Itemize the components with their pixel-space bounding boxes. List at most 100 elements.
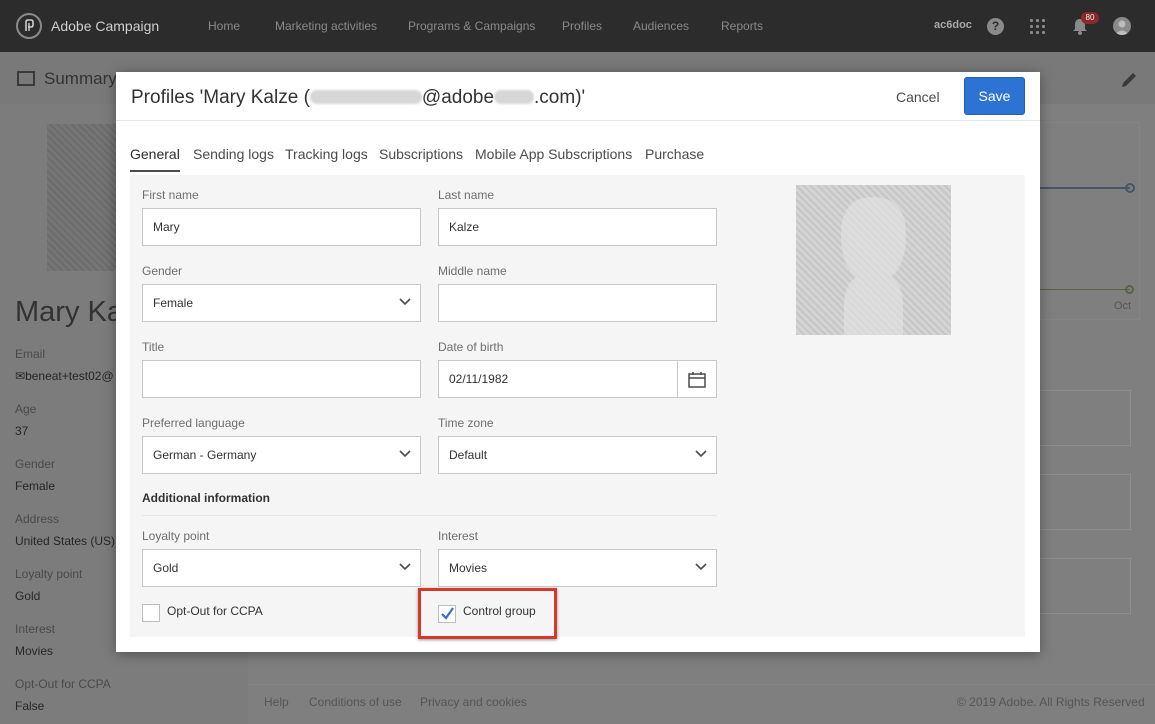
footer-copyright: © 2019 Adobe. All Rights Reserved [957, 695, 1145, 709]
interest-label: Interest [438, 529, 479, 543]
background-footer-divider [248, 684, 1155, 685]
preferred-language-select[interactable]: German - Germany [142, 436, 421, 474]
brand[interactable]: Adobe Campaign [16, 13, 159, 39]
dialog-title: Profiles 'Mary Kalze (@adobe .com)' [131, 87, 586, 108]
envelope-icon: ✉ [15, 369, 26, 383]
chevron-down-icon [399, 450, 411, 458]
middle-name-input[interactable] [438, 284, 717, 322]
tab-subscriptions[interactable]: Subscriptions [379, 146, 463, 170]
tab-general[interactable]: General [130, 146, 180, 172]
user-avatar-icon[interactable] [1113, 17, 1131, 35]
edit-pencil-icon[interactable] [1119, 70, 1139, 90]
opt-out-ccpa-label[interactable]: Opt-Out for CCPA [167, 604, 263, 618]
date-of-birth-value: 02/11/1982 [449, 372, 509, 386]
adobe-campaign-logo-icon [16, 13, 42, 39]
highlight-callout [418, 588, 557, 639]
redacted-text [494, 90, 535, 104]
footer-link-privacy[interactable]: Privacy and cookies [420, 695, 527, 709]
dialog-header-divider [116, 120, 1040, 121]
last-name-input[interactable]: Kalze [438, 208, 717, 246]
last-name-label: Last name [438, 188, 495, 202]
background-field-label: Opt-Out for CCPA [15, 677, 111, 691]
background-chart-point [1125, 285, 1134, 294]
brand-name: Adobe Campaign [51, 18, 160, 34]
chevron-down-icon [399, 563, 411, 571]
title-label: Title [142, 340, 165, 354]
loyalty-point-value: Gold [153, 561, 179, 575]
time-zone-value: Default [449, 448, 488, 462]
cancel-button[interactable]: Cancel [882, 80, 954, 114]
calendar-button[interactable] [677, 361, 716, 397]
background-card [1040, 474, 1131, 530]
background-field-value: United States (US) [15, 534, 116, 548]
tab-mobile-app-subscriptions[interactable]: Mobile App Subscriptions [475, 146, 632, 170]
org-name[interactable]: ac6doc [934, 19, 972, 31]
profile-edit-dialog: Profiles 'Mary Kalze (@adobe .com)' Cance… [116, 72, 1040, 652]
additional-information-heading: Additional information [142, 491, 270, 505]
background-field-value: 37 [15, 424, 29, 438]
background-field-label: Email [15, 347, 46, 361]
top-navigation-bar: Adobe Campaign Home Marketing activities… [0, 0, 1155, 52]
tab-purchase[interactable]: Purchase [645, 146, 704, 170]
background-card [1040, 558, 1131, 614]
interest-select[interactable]: Movies [438, 549, 717, 587]
nav-profiles[interactable]: Profiles [562, 19, 602, 33]
background-field-value: Female [15, 479, 56, 493]
background-field-label: Loyalty point [15, 567, 83, 581]
save-button[interactable]: Save [964, 77, 1025, 115]
background-chart-line [1040, 289, 1130, 290]
footer-link-help[interactable]: Help [264, 695, 289, 709]
background-chart-point [1125, 183, 1135, 193]
preferred-language-label: Preferred language [142, 416, 245, 430]
date-of-birth-input[interactable]: 02/11/1982 [438, 360, 717, 398]
apps-grid-icon[interactable] [1030, 19, 1045, 34]
first-name-label: First name [142, 188, 199, 202]
background-chart-line [1040, 187, 1130, 189]
redacted-text [309, 90, 422, 104]
opt-out-ccpa-checkbox[interactable] [142, 604, 160, 622]
loyalty-point-select[interactable]: Gold [142, 549, 421, 587]
gender-select[interactable]: Female [142, 284, 421, 322]
tab-tracking-logs[interactable]: Tracking logs [285, 146, 368, 170]
background-chart-tick: Oct [1114, 300, 1132, 312]
time-zone-label: Time zone [438, 416, 494, 430]
background-field-label: Interest [15, 622, 56, 636]
profile-photo-placeholder[interactable] [796, 185, 951, 335]
background-field-label: Gender [15, 457, 56, 471]
tab-sending-logs[interactable]: Sending logs [193, 146, 274, 170]
gender-label: Gender [142, 264, 183, 278]
date-of-birth-label: Date of birth [438, 340, 504, 354]
notification-badge: 80 [1081, 12, 1099, 24]
footer-link-conditions[interactable]: Conditions of use [309, 695, 402, 709]
nav-programs-campaigns[interactable]: Programs & Campaigns [408, 19, 535, 33]
background-profile-name: Mary Ka [15, 296, 123, 328]
summary-panel-icon [17, 71, 35, 86]
background-card [1040, 390, 1131, 446]
background-page-title: Summary [44, 69, 117, 88]
title-input[interactable] [142, 360, 421, 398]
time-zone-select[interactable]: Default [438, 436, 717, 474]
background-field-value: ✉beneat+test02@ [15, 369, 114, 383]
general-form: First name Mary Last name Kalze Gender F… [130, 175, 1025, 637]
background-field-value: Movies [15, 644, 54, 658]
background-field-label: Address [15, 512, 60, 526]
calendar-icon [688, 371, 706, 388]
background-profile-photo [47, 124, 125, 271]
section-divider [142, 515, 717, 516]
user-silhouette-icon [841, 197, 906, 335]
background-field-value: False [15, 699, 45, 713]
first-name-input[interactable]: Mary [142, 208, 421, 246]
nav-marketing-activities[interactable]: Marketing activities [275, 19, 377, 33]
loyalty-point-label: Loyalty point [142, 529, 210, 543]
gender-select-value: Female [153, 296, 194, 310]
middle-name-label: Middle name [438, 264, 507, 278]
nav-home[interactable]: Home [208, 19, 240, 33]
help-icon[interactable]: ? [987, 18, 1004, 35]
interest-value: Movies [449, 561, 488, 575]
nav-reports[interactable]: Reports [721, 19, 763, 33]
background-field-value: Gold [15, 589, 41, 603]
background-field-label: Age [15, 402, 37, 416]
chevron-down-icon [695, 450, 707, 458]
preferred-language-value: German - Germany [153, 448, 257, 462]
nav-audiences[interactable]: Audiences [633, 19, 689, 33]
